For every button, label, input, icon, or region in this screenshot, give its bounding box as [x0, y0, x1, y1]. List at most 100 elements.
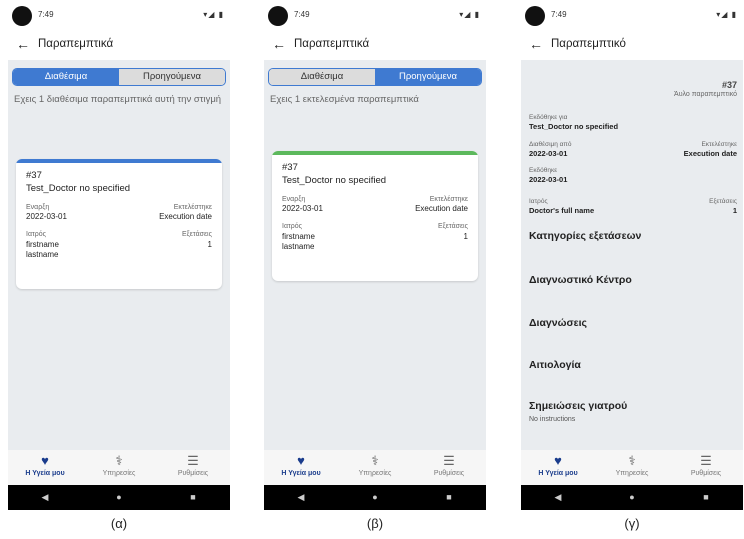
health-hand-icon: ♥	[41, 453, 49, 468]
system-nav-bar: ◀ ● ■	[8, 485, 230, 510]
exams-value: 1	[732, 206, 737, 215]
nav-services[interactable]: ⚕ Υπηρεσίες	[82, 450, 156, 485]
back-arrow-icon[interactable]: ←	[16, 36, 30, 52]
exams-label: Εξετάσεις	[709, 198, 737, 205]
referral-card[interactable]: #37 Test_Doctor no specified Εναρξη 2022…	[16, 159, 222, 289]
app-bar: ← Παραπεμπτικό	[521, 32, 743, 58]
executed-value: Execution date	[159, 212, 212, 221]
referral-card[interactable]: #37 Test_Doctor no specified Εναρξη 2022…	[272, 151, 478, 281]
menu-icon: ☰	[700, 453, 712, 468]
system-recents-icon[interactable]: ■	[412, 485, 486, 510]
executed-label: Εκτελέστηκε	[701, 141, 737, 148]
nav-label: Υπηρεσίες	[358, 470, 392, 477]
doctor-value: Doctor's full name	[529, 206, 595, 215]
nav-label: Ρυθμίσεις	[177, 470, 209, 477]
system-back-icon[interactable]: ◀	[264, 485, 338, 510]
nav-settings[interactable]: ☰ Ρυθμίσεις	[156, 450, 230, 485]
referral-name: Test_Doctor no specified	[282, 175, 387, 186]
status-time: 7:49	[294, 10, 310, 19]
section-exam-categories[interactable]: Κατηγορίες εξετάσεων	[529, 230, 641, 242]
camera-cutout	[525, 6, 545, 26]
nav-label: Ρυθμίσεις	[690, 470, 722, 477]
caduceus-icon: ⚕	[371, 453, 379, 468]
signal-icon: ▾◢ ▮	[459, 10, 480, 19]
menu-icon: ☰	[443, 453, 455, 468]
health-hand-icon: ♥	[554, 453, 562, 468]
nav-my-health[interactable]: ♥ Η Υγεία μου	[8, 450, 82, 485]
caduceus-icon: ⚕	[115, 453, 123, 468]
section-diagnostic-center[interactable]: Διαγνωστικό Κέντρο	[529, 274, 632, 286]
nav-label: Υπηρεσίες	[102, 470, 136, 477]
referral-type: Άυλο παραπεμπτικό	[674, 91, 737, 98]
signal-icon: ▾◢ ▮	[716, 10, 737, 19]
available-from-value: 2022-03-01	[529, 149, 568, 158]
system-recents-icon[interactable]: ■	[669, 485, 743, 510]
bottom-navigation: ♥ Η Υγεία μου ⚕ Υπηρεσίες ☰ Ρυθμίσεις	[8, 450, 230, 485]
nav-services[interactable]: ⚕ Υπηρεσίες	[595, 450, 669, 485]
tab-previous[interactable]: Προηγούμενα	[375, 69, 481, 85]
referral-number: #37	[721, 80, 737, 90]
system-back-icon[interactable]: ◀	[8, 485, 82, 510]
system-back-icon[interactable]: ◀	[521, 485, 595, 510]
system-nav-bar: ◀ ● ■	[264, 485, 486, 510]
nav-label: Η Υγεία μου	[25, 470, 65, 477]
executed-value: Execution date	[683, 149, 737, 158]
phone-screen-available: 7:49 ▾◢ ▮ ← Παραπεμπτικά Διαθέσιμα Προηγ…	[8, 2, 230, 510]
back-arrow-icon[interactable]: ←	[529, 36, 543, 52]
doctor-firstname: firstname	[282, 232, 315, 241]
nav-my-health[interactable]: ♥ Η Υγεία μου	[264, 450, 338, 485]
health-hand-icon: ♥	[297, 453, 305, 468]
nav-my-health[interactable]: ♥ Η Υγεία μου	[521, 450, 595, 485]
section-diagnoses[interactable]: Διαγνώσεις	[529, 317, 587, 329]
nav-services[interactable]: ⚕ Υπηρεσίες	[338, 450, 412, 485]
card-accent-bar	[272, 151, 478, 155]
system-home-icon[interactable]: ●	[338, 485, 412, 510]
nav-settings[interactable]: ☰ Ρυθμίσεις	[669, 450, 743, 485]
content-area: Διαθέσιμα Προηγούμενα Εχεις 1 διαθέσιμα …	[8, 60, 230, 450]
content-area: #37 Άυλο παραπεμπτικό Εκδόθηκε για Test_…	[521, 60, 743, 450]
nav-settings[interactable]: ☰ Ρυθμίσεις	[412, 450, 486, 485]
referral-number: #37	[282, 162, 298, 173]
nav-label: Η Υγεία μου	[538, 470, 578, 477]
issued-for-value: Test_Doctor no specified	[529, 122, 619, 131]
segmented-tabs: Διαθέσιμα Προηγούμενα	[12, 68, 226, 86]
doctor-firstname: firstname	[26, 240, 59, 249]
system-nav-bar: ◀ ● ■	[521, 485, 743, 510]
signal-icon: ▾◢ ▮	[203, 10, 224, 19]
section-doctor-notes[interactable]: Σημειώσεις γιατρού	[529, 400, 627, 412]
doctor-label: Ιατρός	[26, 231, 47, 238]
system-recents-icon[interactable]: ■	[156, 485, 230, 510]
start-value: 2022-03-01	[26, 212, 67, 221]
doctor-notes-value: No instructions	[529, 416, 576, 423]
exams-label: Εξετάσεις	[181, 231, 212, 238]
camera-cutout	[12, 6, 32, 26]
nav-label: Ρυθμίσεις	[433, 470, 465, 477]
caption-c: (γ)	[624, 516, 640, 531]
system-home-icon[interactable]: ●	[82, 485, 156, 510]
issued-value: 2022-03-01	[529, 175, 568, 184]
exams-value: 1	[207, 240, 212, 249]
phone-screen-previous: 7:49 ▾◢ ▮ ← Παραπεμπτικά Διαθέσιμα Προηγ…	[264, 2, 486, 510]
page-title: Παραπεμπτικά	[38, 38, 114, 50]
tab-available[interactable]: Διαθέσιμα	[13, 69, 119, 85]
executed-label: Εκτελέστηκε	[429, 196, 468, 203]
status-bar: 7:49 ▾◢ ▮	[521, 2, 743, 30]
tab-available[interactable]: Διαθέσιμα	[269, 69, 375, 85]
start-label: Εναρξη	[26, 204, 50, 211]
referral-number: #37	[26, 170, 42, 181]
page-title: Παραπεμπτικό	[551, 38, 626, 50]
referral-name: Test_Doctor no specified	[26, 183, 131, 194]
back-arrow-icon[interactable]: ←	[272, 36, 286, 52]
tab-previous[interactable]: Προηγούμενα	[119, 69, 225, 85]
issued-label: Εκδόθηκε	[529, 167, 558, 174]
app-bar: ← Παραπεμπτικά	[264, 32, 486, 58]
bottom-navigation: ♥ Η Υγεία μου ⚕ Υπηρεσίες ☰ Ρυθμίσεις	[521, 450, 743, 485]
executed-value: Execution date	[415, 204, 468, 213]
section-reasoning[interactable]: Αιτιολογία	[529, 359, 581, 371]
system-home-icon[interactable]: ●	[595, 485, 669, 510]
doctor-label: Ιατρός	[529, 198, 548, 205]
executed-label: Εκτελέστηκε	[173, 204, 212, 211]
content-area: Διαθέσιμα Προηγούμενα Εχεις 1 εκτελεσμέν…	[264, 60, 486, 450]
menu-icon: ☰	[187, 453, 199, 468]
status-bar: 7:49 ▾◢ ▮	[264, 2, 486, 30]
